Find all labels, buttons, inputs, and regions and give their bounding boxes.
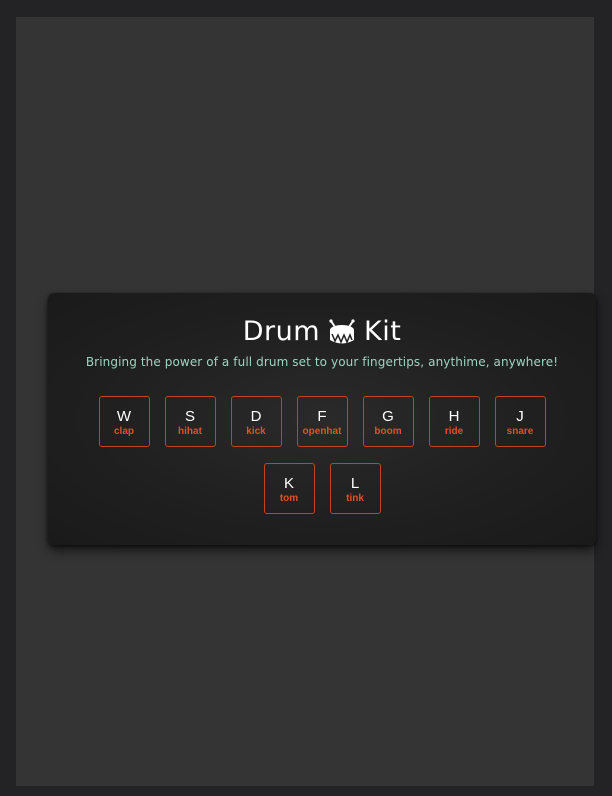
drum-key-k[interactable]: K tom: [263, 463, 315, 514]
key-letter: F: [317, 407, 327, 425]
subtitle: Bringing the power of a full drum set to…: [85, 355, 559, 369]
key-letter: D: [250, 407, 262, 425]
key-sound: boom: [374, 425, 402, 437]
key-sound: snare: [506, 425, 534, 437]
key-letter: S: [184, 407, 195, 425]
key-sound: clap: [113, 425, 134, 437]
keys-row-2: K tom L tink: [48, 463, 596, 514]
drum-kit-card: Drum Kit Bringing the power of a full dr…: [48, 293, 596, 545]
key-letter: W: [116, 407, 132, 425]
drum-icon: [328, 319, 356, 347]
title-text-drum: Drum: [242, 316, 320, 347]
key-letter: G: [382, 407, 394, 425]
drum-key-l[interactable]: L tink: [329, 463, 381, 514]
key-letter: J: [516, 407, 524, 425]
key-sound: openhat: [302, 425, 342, 437]
key-sound: tom: [279, 492, 299, 504]
keys-row-1: W clap S hihat D kick F openhat G boom H…: [48, 396, 596, 447]
key-sound: ride: [444, 425, 464, 437]
drum-key-f[interactable]: F openhat: [296, 396, 348, 447]
title-text-kit: Kit: [364, 316, 402, 347]
drum-key-j[interactable]: J snare: [494, 396, 546, 447]
key-sound: hihat: [178, 425, 202, 437]
drum-key-h[interactable]: H ride: [428, 396, 480, 447]
drum-key-g[interactable]: G boom: [362, 396, 414, 447]
drum-key-d[interactable]: D kick: [230, 396, 282, 447]
key-sound: tink: [346, 492, 364, 504]
drum-key-w[interactable]: W clap: [98, 396, 150, 447]
page-title: Drum Kit: [48, 315, 596, 349]
key-letter: H: [448, 407, 460, 425]
page-frame: Drum Kit Bringing the power of a full dr…: [16, 17, 596, 786]
key-letter: K: [283, 474, 294, 492]
drum-key-s[interactable]: S hihat: [164, 396, 216, 447]
key-letter: L: [350, 474, 360, 492]
key-sound: kick: [246, 425, 266, 437]
